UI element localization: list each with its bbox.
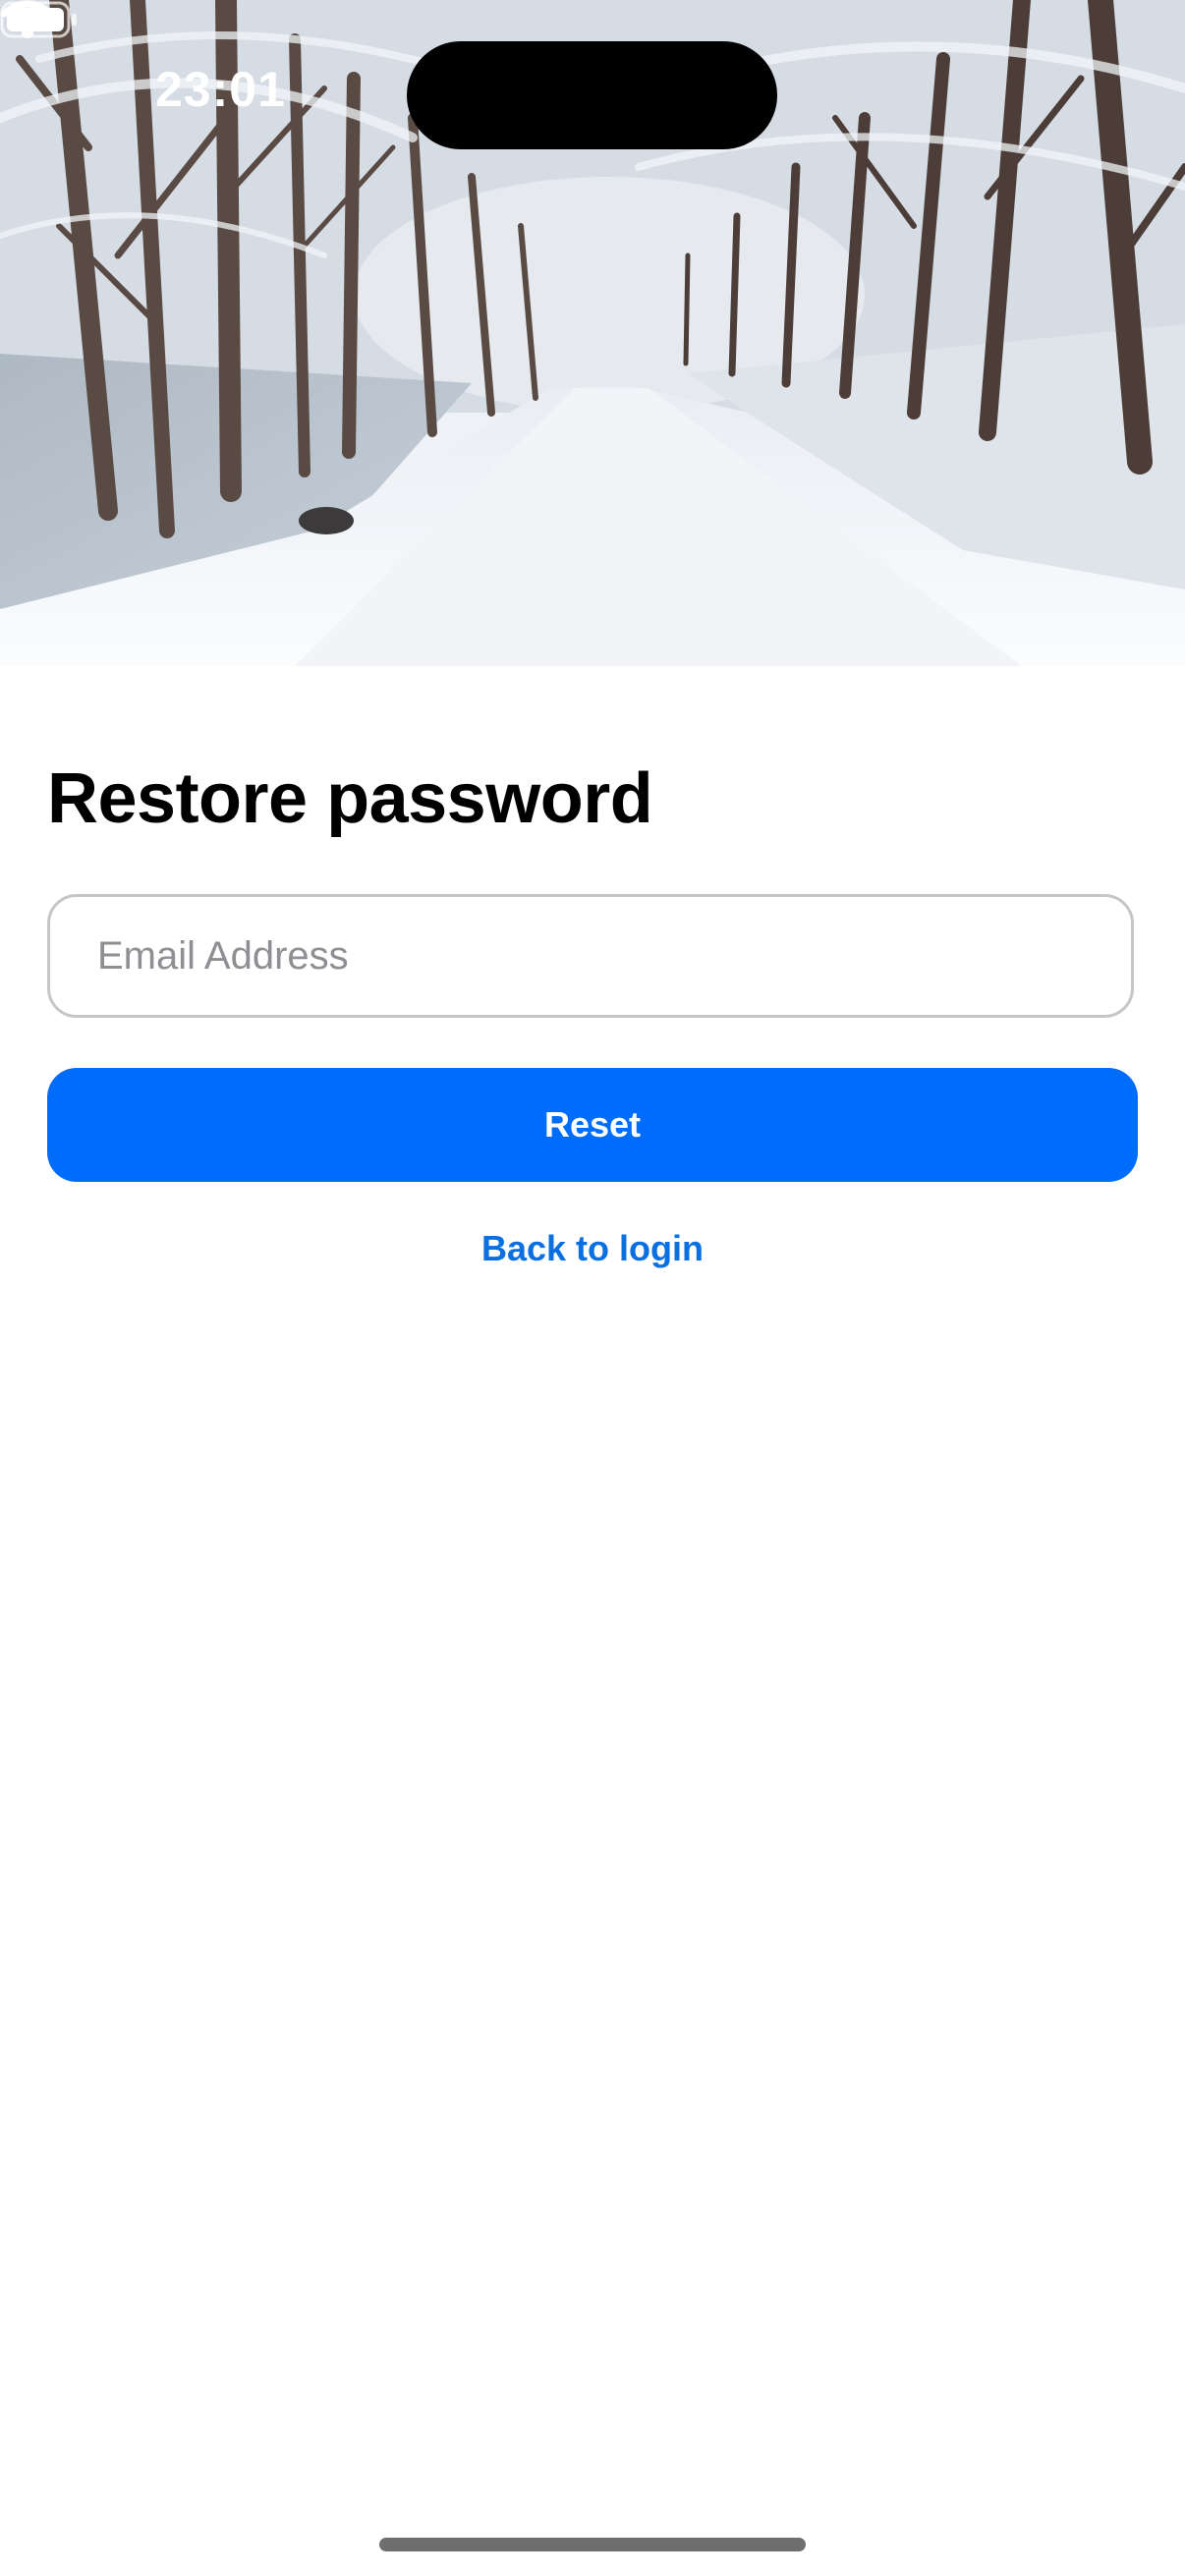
battery-icon — [0, 1, 77, 38]
email-field[interactable] — [47, 894, 1134, 1018]
dynamic-island — [407, 41, 777, 149]
reset-button[interactable]: Reset — [47, 1068, 1138, 1182]
page-title: Restore password — [47, 759, 653, 838]
hero-image: 23:01 — [0, 0, 1185, 666]
status-time: 23:01 — [155, 62, 286, 117]
back-to-login-link[interactable]: Back to login — [0, 1228, 1185, 1269]
home-indicator — [379, 2538, 806, 2551]
